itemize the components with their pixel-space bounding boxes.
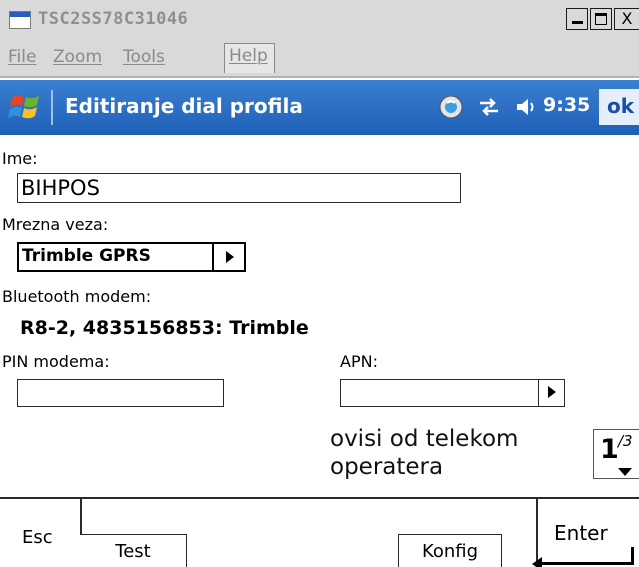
- apn-dropdown[interactable]: [340, 379, 565, 407]
- page-down-icon[interactable]: [618, 468, 632, 476]
- mrezna-veza-label: Mrezna veza:: [2, 215, 109, 234]
- bluetooth-modem-value: R8-2, 4835156853: Trimble: [20, 317, 309, 339]
- minimize-icon: [572, 21, 583, 24]
- menu-file[interactable]: File: [8, 47, 36, 67]
- enter-button[interactable]: Enter: [554, 521, 608, 545]
- activesync-icon[interactable]: [438, 94, 464, 120]
- page-total: /3: [618, 432, 633, 450]
- pin-modema-input[interactable]: [17, 379, 224, 407]
- test-button[interactable]: Test: [80, 534, 187, 567]
- bluetooth-modem-label: Bluetooth modem:: [2, 287, 152, 306]
- apn-note: ovisi od telekom operatera: [330, 425, 518, 481]
- menu-help[interactable]: Help: [224, 43, 275, 73]
- page-number: 1: [600, 434, 619, 465]
- menu-zoom[interactable]: Zoom: [53, 47, 102, 67]
- form-content: Ime: BIHPOS Mrezna veza: Trimble GPRS Bl…: [0, 135, 639, 480]
- mrezna-veza-value: Trimble GPRS: [22, 246, 151, 266]
- menu-bar: File Zoom Tools Help: [0, 40, 639, 78]
- minimize-button[interactable]: [566, 8, 588, 30]
- apn-note-line2: operatera: [330, 454, 444, 480]
- close-button[interactable]: X: [614, 8, 639, 30]
- ok-button[interactable]: ok: [599, 89, 639, 125]
- apn-note-line1: ovisi od telekom: [330, 426, 519, 452]
- header-separator: [51, 90, 53, 125]
- connectivity-icon[interactable]: [476, 94, 502, 120]
- maximize-icon: [595, 13, 607, 25]
- softkey-bar: Esc Test Konfig Enter: [0, 497, 639, 567]
- enter-arrow-icon: [532, 547, 634, 567]
- pin-modema-label: PIN modema:: [2, 352, 110, 371]
- menu-tools[interactable]: Tools: [123, 47, 165, 67]
- window-title-bar: TSC2SS78C31046 X: [0, 0, 639, 40]
- esc-button[interactable]: Esc: [22, 527, 53, 548]
- app-window-icon: [9, 11, 31, 29]
- mrezna-veza-dropdown[interactable]: Trimble GPRS: [17, 242, 246, 272]
- apn-label: APN:: [340, 352, 378, 371]
- ime-input[interactable]: BIHPOS: [17, 173, 461, 203]
- konfig-button[interactable]: Konfig: [398, 534, 502, 567]
- clock-time[interactable]: 9:35: [543, 94, 590, 116]
- page-title: Editiranje dial profila: [65, 94, 303, 118]
- ime-label: Ime:: [2, 149, 38, 168]
- device-header-bar: Editiranje dial profila 9:35 ok: [0, 80, 639, 135]
- dropdown-arrow-icon[interactable]: [538, 380, 564, 406]
- dropdown-arrow-icon[interactable]: [212, 244, 244, 270]
- page-indicator[interactable]: 1 /3: [593, 429, 639, 479]
- windows-start-icon[interactable]: [8, 90, 42, 124]
- ime-value: BIHPOS: [21, 176, 100, 200]
- window-title: TSC2SS78C31046: [38, 9, 189, 29]
- maximize-button[interactable]: [590, 8, 612, 30]
- volume-icon[interactable]: [514, 94, 540, 120]
